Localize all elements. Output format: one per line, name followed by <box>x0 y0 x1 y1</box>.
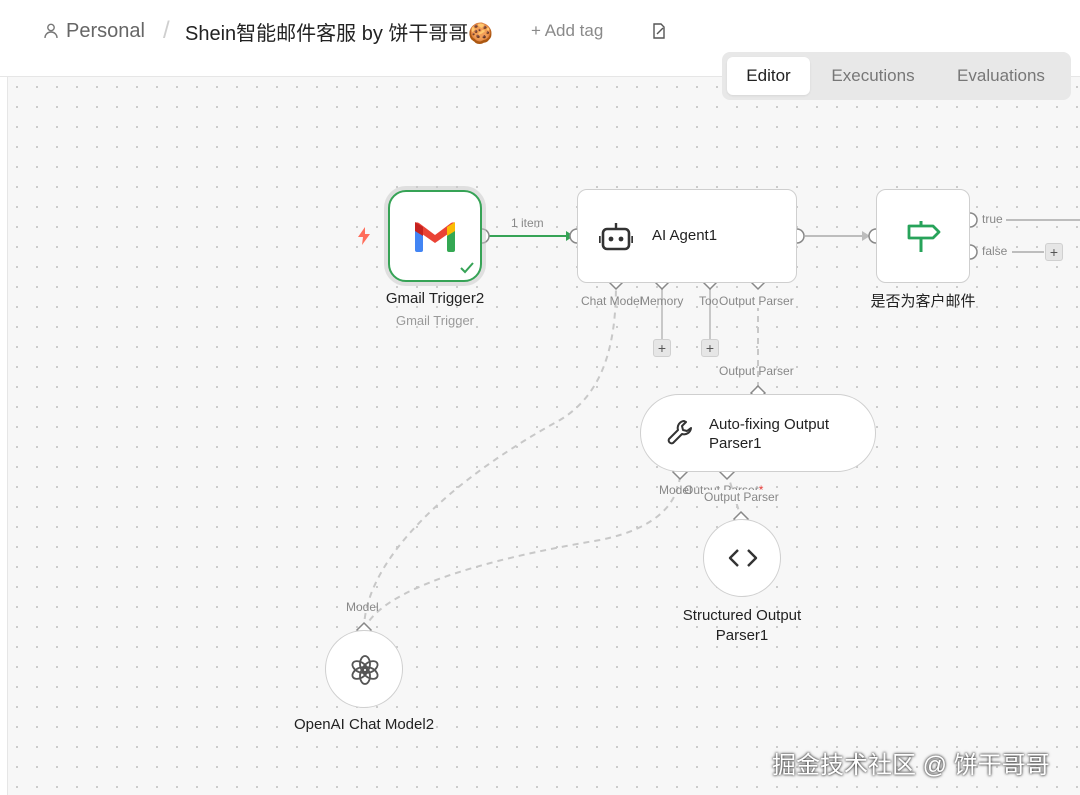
structured-input-label: Output Parser <box>704 490 779 504</box>
left-edge <box>0 0 8 795</box>
ai-agent-title: AI Agent1 <box>652 227 718 244</box>
structured-parser-title-line2: Parser1 <box>715 627 769 644</box>
structured-parser-title: Structured Output Parser1 <box>660 606 824 646</box>
user-icon <box>44 23 58 39</box>
if-node-title: 是否为客户邮件 <box>870 293 976 310</box>
agent-port-chat-model-label: Chat Model <box>581 294 643 308</box>
tab-evaluations[interactable]: Evaluations <box>936 57 1066 95</box>
workflow-canvas[interactable] <box>7 77 1080 795</box>
gmail-trigger-node[interactable] <box>388 190 482 282</box>
wrench-icon <box>667 420 692 445</box>
edit-icon <box>653 23 665 39</box>
structured-parser-node[interactable] <box>703 519 781 597</box>
autofix-parser-title: Auto-fixing Output Parser1 <box>709 415 829 453</box>
success-check-icon <box>460 262 474 274</box>
tab-executions[interactable]: Executions <box>818 57 928 95</box>
workflow-title[interactable]: Shein智能邮件客服 by 饼干哥哥🍪 <box>185 18 493 45</box>
agent-port-output-parser-label: Output Parser <box>719 294 794 308</box>
openai-input-label: Model <box>346 600 379 614</box>
openai-chat-model-node[interactable] <box>325 630 403 708</box>
if-false-label: false <box>982 244 1008 258</box>
openai-chat-model-title: OpenAI Chat Model2 <box>293 716 435 733</box>
autofix-parser-title-line2: Parser1 <box>709 435 762 452</box>
gmail-icon <box>415 222 455 252</box>
agent-port-tool-label: Tool <box>699 294 722 308</box>
add-memory-button[interactable]: + <box>653 339 671 357</box>
breadcrumb-personal[interactable]: Personal <box>44 18 145 44</box>
autofix-parser-node[interactable]: Auto-fixing Output Parser1 <box>640 394 876 472</box>
agent-port-memory-label: Memory <box>640 294 684 308</box>
if-true-label: true <box>982 212 1003 226</box>
gmail-trigger-title: Gmail Trigger2 <box>385 290 485 307</box>
trigger-bolt-icon <box>358 227 370 245</box>
openai-icon <box>351 655 379 685</box>
autofix-parser-title-line1: Auto-fixing Output <box>709 416 830 433</box>
autofix-input-label: Output Parser <box>719 364 794 378</box>
gmail-trigger-subtitle: Gmail Trigger <box>395 313 475 328</box>
if-node[interactable] <box>876 189 970 283</box>
add-tag-button[interactable]: + Add tag <box>531 18 603 44</box>
ai-agent-node[interactable]: AI Agent1 <box>577 189 797 283</box>
tab-editor[interactable]: Editor <box>727 57 810 95</box>
watermark: 掘金技术社区 @ 饼干哥哥 <box>772 752 1050 779</box>
edit-description-button[interactable] <box>651 18 667 44</box>
view-tabs: Editor Executions Evaluations <box>722 52 1071 100</box>
code-icon <box>728 549 758 567</box>
breadcrumb-personal-label: Personal <box>66 19 145 42</box>
connection-item-count: 1 item <box>511 216 544 230</box>
structured-parser-title-line1: Structured Output <box>682 607 802 624</box>
add-tool-button[interactable]: + <box>701 339 719 357</box>
robot-icon <box>599 223 633 251</box>
add-false-branch-button[interactable]: + <box>1045 243 1063 261</box>
workflow-editor: Personal / Shein智能邮件客服 by 饼干哥哥🍪 + Add ta… <box>0 0 1080 795</box>
breadcrumb-separator: / <box>163 17 170 44</box>
signpost-icon <box>907 221 941 252</box>
